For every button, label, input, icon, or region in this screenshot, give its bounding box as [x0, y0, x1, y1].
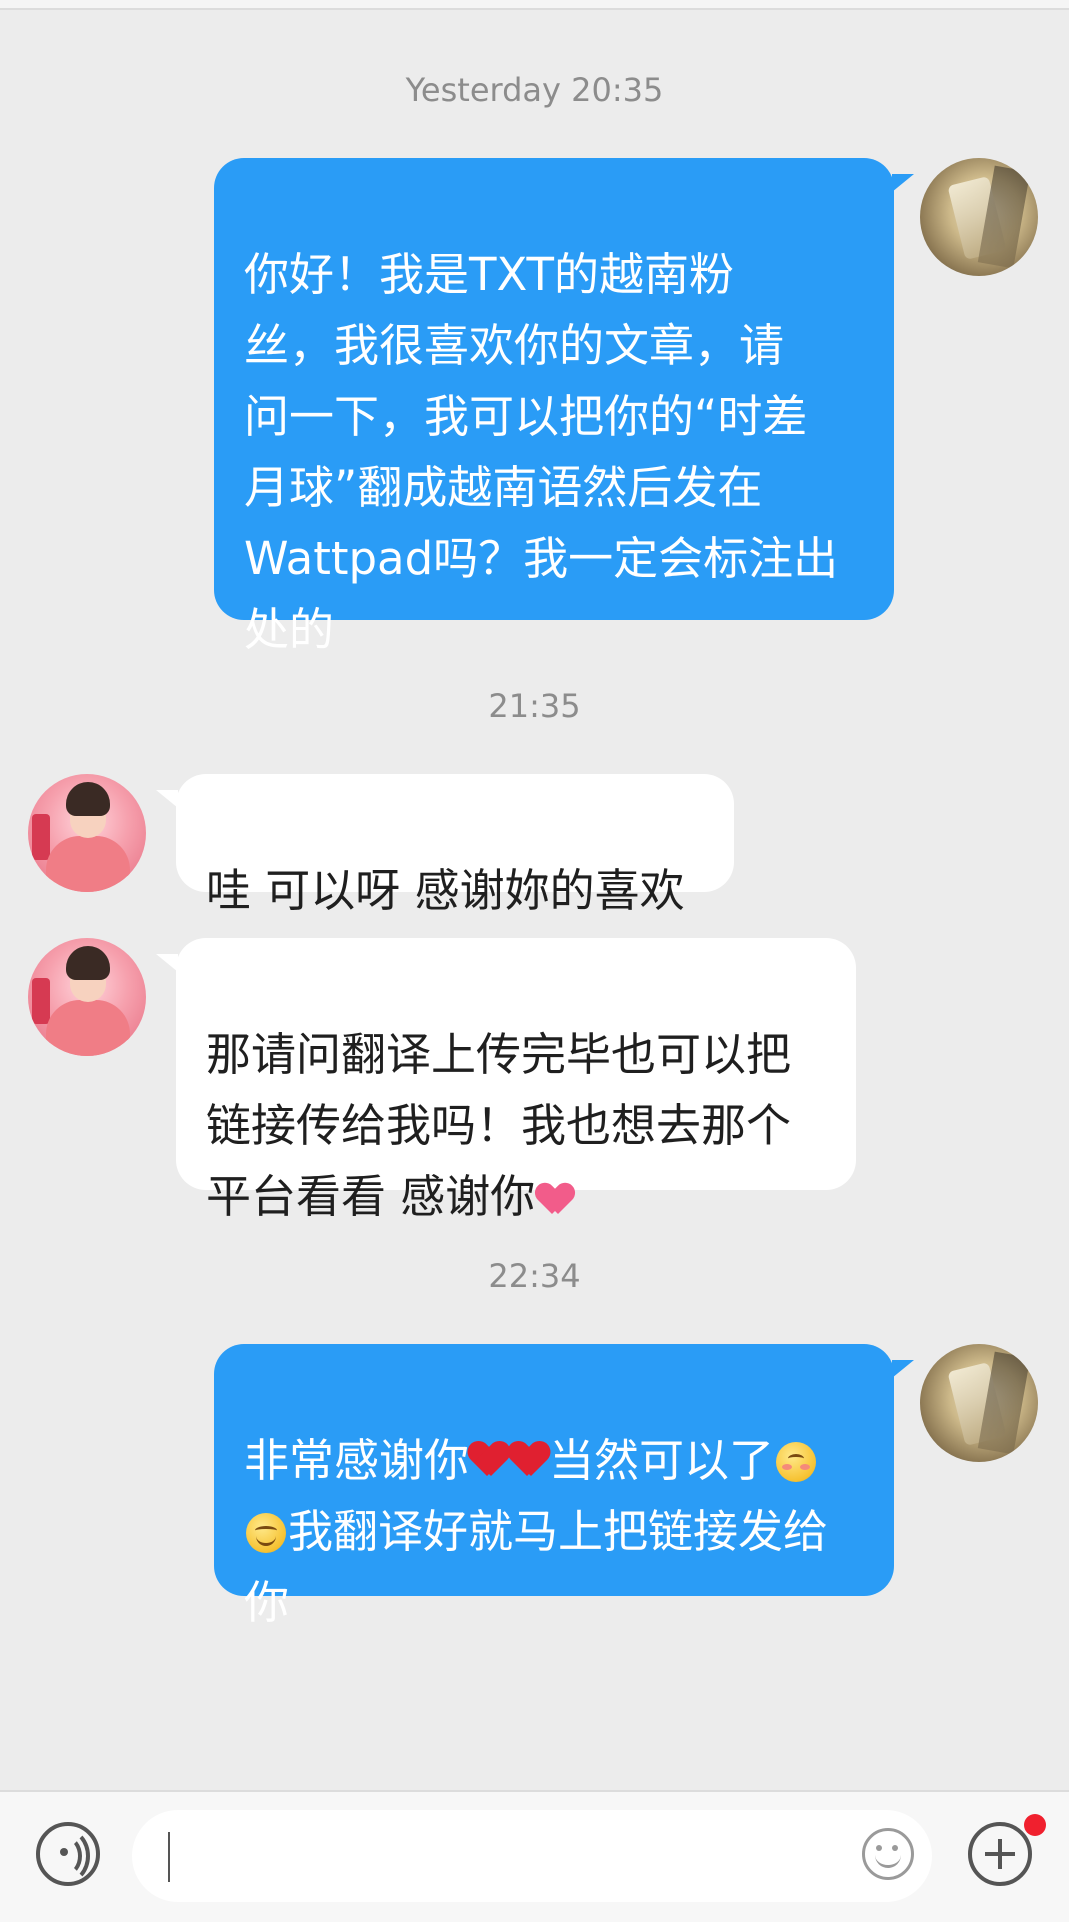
avatar-decoration — [32, 814, 50, 860]
blush-face-icon — [776, 1442, 817, 1482]
timestamp: 21:35 — [488, 687, 581, 725]
received-message-bubble[interactable]: 那请问翻译上传完毕也可以把 链接传给我吗！我也想去那个 平台看看 感谢你 — [176, 938, 856, 1223]
top-divider — [0, 0, 1069, 10]
voice-icon[interactable] — [36, 1822, 100, 1886]
bubble-tail — [156, 790, 178, 808]
sent-message-bubble[interactable]: 非常感谢你 当然可以了我翻译好就马上把链接发给 你 — [214, 1344, 894, 1629]
avatar-body — [46, 1000, 130, 1056]
message-text: 你好！我是TXT的越南粉 丝，我很喜欢你的文章，请 问一下，我可以把你的“时差 … — [244, 248, 839, 656]
avatar-body — [46, 836, 130, 892]
self-avatar[interactable] — [920, 158, 1038, 276]
smile-face-icon — [246, 1513, 286, 1553]
avatar-hair — [66, 782, 110, 816]
bubble-tail — [892, 1360, 914, 1378]
red-heart-icon — [469, 1442, 509, 1480]
emoji-icon[interactable] — [862, 1828, 914, 1880]
message-text: 非常感谢你 — [244, 1434, 470, 1487]
message-text: 我翻译好就马上把链接发给 你 — [244, 1505, 829, 1629]
plus-icon[interactable] — [968, 1822, 1032, 1886]
sent-message-bubble[interactable]: 你好！我是TXT的越南粉 丝，我很喜欢你的文章，请 问一下，我可以把你的“时差 … — [214, 158, 894, 656]
message-input[interactable] — [132, 1810, 932, 1902]
contact-avatar[interactable] — [28, 938, 146, 1056]
notification-dot — [1024, 1814, 1046, 1836]
timestamp: Yesterday 20:35 — [405, 71, 664, 109]
self-avatar[interactable] — [920, 1344, 1038, 1462]
red-heart-icon — [509, 1442, 549, 1480]
avatar-hair — [66, 946, 110, 980]
message-text: 哇 可以呀 感谢妳的喜欢 — [206, 864, 685, 917]
avatar-decoration — [32, 978, 50, 1024]
input-bar — [0, 1790, 1069, 1922]
timestamp: 22:34 — [488, 1257, 581, 1295]
message-text: 当然可以了 — [549, 1434, 775, 1487]
chat-area[interactable]: Yesterday 20:35 你好！我是TXT的越南粉 丝，我很喜欢你的文章，… — [0, 10, 1069, 1790]
bubble-tail — [156, 954, 178, 972]
text-caret — [168, 1832, 170, 1882]
received-message-bubble[interactable]: 哇 可以呀 感谢妳的喜欢 — [176, 774, 734, 917]
voice-wave — [42, 1828, 90, 1884]
contact-avatar[interactable] — [28, 774, 146, 892]
bubble-tail — [892, 174, 914, 192]
pink-heart-icon — [535, 1180, 575, 1218]
message-text: 那请问翻译上传完毕也可以把 链接传给我吗！我也想去那个 平台看看 感谢你 — [206, 1028, 792, 1223]
